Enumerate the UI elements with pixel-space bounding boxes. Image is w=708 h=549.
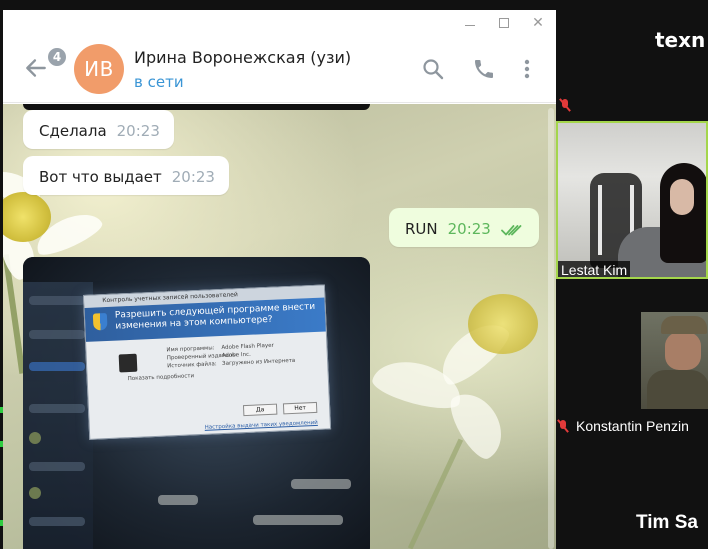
person-cap xyxy=(661,316,707,334)
photo-message[interactable]: Контроль учетных записей пользователей Р… xyxy=(23,257,370,549)
uac-question: Разрешить следующей программе внести изм… xyxy=(114,301,316,332)
call-button[interactable] xyxy=(472,57,496,81)
photo-list-row xyxy=(29,404,85,413)
chat-header: 4 ИВ Ирина Воронежская (узи) в сети xyxy=(3,35,556,103)
telegram-window: ✕ 4 ИВ Ирина Воронежская (узи) в сети Сд… xyxy=(3,10,556,549)
message-text: Сделала xyxy=(39,122,107,140)
contact-name[interactable]: Ирина Воронежская (узи) xyxy=(134,48,351,67)
uac-field-value: Загружено из Интернета xyxy=(222,357,296,367)
photo-list-avatar xyxy=(29,432,41,444)
participant-tile-konstantin[interactable] xyxy=(641,312,708,409)
message-outgoing[interactable]: RUN 20:23 xyxy=(389,208,539,247)
photo-chat-bubble xyxy=(158,495,198,505)
participant-label-konstantin: Konstantin Penzin xyxy=(556,418,689,434)
uac-settings-link: Настройка выдачи таких уведомлений xyxy=(204,419,318,431)
shield-icon xyxy=(92,312,108,331)
photo-list-row xyxy=(29,462,85,471)
message-text: RUN xyxy=(405,220,438,238)
message-incoming[interactable]: Вот что выдает 20:23 xyxy=(23,156,229,195)
participant-name: Konstantin Penzin xyxy=(576,418,689,434)
uac-field-label: Источник файла: xyxy=(167,361,217,370)
uac-yes-button: Да xyxy=(242,403,278,417)
maximize-icon[interactable] xyxy=(496,15,512,31)
participant-name-tim: Tim Sa xyxy=(636,512,698,533)
photo-list-avatar xyxy=(29,487,41,499)
photo-list-row xyxy=(29,517,85,526)
photo-list-row xyxy=(29,330,85,339)
participant-name: Lestat Kim xyxy=(558,261,631,277)
uac-buttons: Да Нет xyxy=(242,401,318,417)
photo-chat-bubble xyxy=(253,515,343,525)
wallpaper-stem xyxy=(407,438,464,549)
uac-body: Имя программы: Adobe Flash Player Провер… xyxy=(86,331,329,411)
search-button[interactable] xyxy=(421,57,445,81)
window-titlebar: ✕ xyxy=(3,10,556,35)
photo-list-row xyxy=(29,296,85,305)
screen: texn Lestat Kim Konstantin Penzin Tim Sa xyxy=(0,0,708,549)
message-time: 20:23 xyxy=(116,122,160,140)
more-vertical-icon xyxy=(524,59,530,79)
photo-list-row xyxy=(29,362,85,371)
more-button[interactable] xyxy=(515,57,539,81)
uac-dialog: Контроль учетных записей пользователей Р… xyxy=(83,284,332,440)
person-face xyxy=(665,332,701,370)
photo-sidebar xyxy=(23,282,93,549)
person-face xyxy=(670,179,694,215)
meeting-title: texn xyxy=(655,28,706,52)
search-icon xyxy=(423,59,444,80)
chat-scrollbar[interactable] xyxy=(548,108,554,549)
participant-tile-lestat[interactable]: Lestat Kim xyxy=(556,121,708,279)
avatar[interactable]: ИВ xyxy=(74,44,124,94)
uac-details: Показать подробности xyxy=(127,373,195,383)
chat-messages-area[interactable]: Сделала 20:23 Вот что выдает 20:23 RUN 2… xyxy=(3,104,556,549)
person-body xyxy=(647,370,708,409)
photo-chat-bubble xyxy=(291,479,351,489)
minimize-icon[interactable] xyxy=(462,15,478,31)
mic-muted-icon xyxy=(556,419,570,433)
phone-icon xyxy=(475,60,493,78)
unread-count-badge: 4 xyxy=(46,46,68,68)
message-incoming[interactable]: Сделала 20:23 xyxy=(23,110,174,149)
mic-muted-icon xyxy=(558,98,572,112)
back-arrow-icon xyxy=(26,59,46,77)
uac-no-button: Нет xyxy=(282,401,318,415)
contact-status: в сети xyxy=(134,73,184,91)
message-time: 20:23 xyxy=(447,220,491,238)
read-check-icon xyxy=(500,225,522,236)
close-icon[interactable]: ✕ xyxy=(530,15,546,31)
message-time: 20:23 xyxy=(171,168,215,186)
message-text: Вот что выдает xyxy=(39,168,162,186)
wallpaper-flower-center xyxy=(468,294,538,354)
app-icon xyxy=(118,353,138,373)
